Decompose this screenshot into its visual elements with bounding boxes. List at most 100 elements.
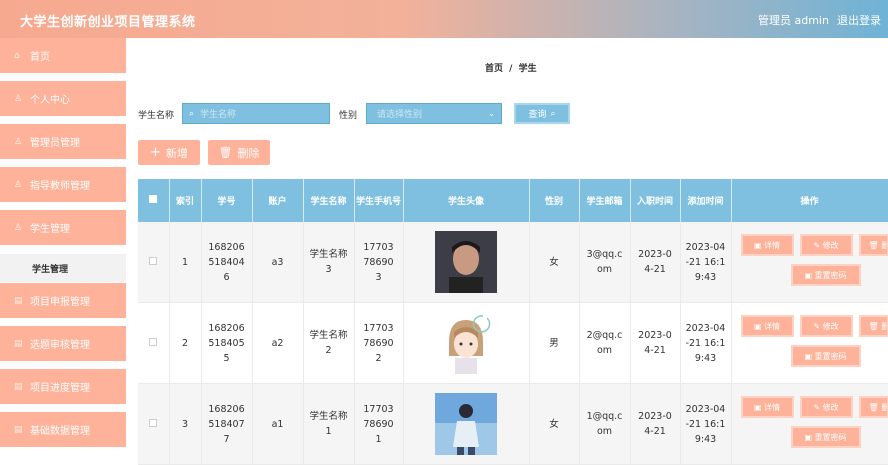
- cell-name: 学生名称3: [303, 222, 354, 303]
- reset-password-button[interactable]: ▣ 重置密码: [791, 426, 861, 448]
- edit-button[interactable]: ✎ 修改: [800, 315, 853, 337]
- edit-icon: ✎: [813, 400, 822, 415]
- reset-password-button[interactable]: ▣ 重置密码: [791, 264, 861, 286]
- cell-gender: 女: [529, 384, 579, 465]
- sidebar-item-base-data[interactable]: ▤基础数据管理: [0, 412, 126, 450]
- sidebar-item-progress[interactable]: ▤项目进度管理: [0, 369, 126, 407]
- sidebar-item-admins[interactable]: ♙管理员管理: [0, 124, 126, 162]
- table-row: 3 1682065184077 a1 学生名称1 17703786901 女 1…: [138, 384, 888, 465]
- sidebar-item-topic-review[interactable]: ▤选题审核管理: [0, 326, 126, 364]
- breadcrumb-home[interactable]: 首页: [485, 64, 503, 74]
- col-header: 学生手机号: [354, 179, 403, 222]
- reset-password-button[interactable]: ▣ 重置密码: [791, 345, 861, 367]
- sidebar-item-profile[interactable]: ♙个人中心: [0, 81, 126, 119]
- key-icon: ▣: [804, 349, 814, 364]
- edit-icon: ✎: [813, 319, 822, 334]
- col-header: 学生邮箱: [579, 179, 630, 222]
- cell-added-time: 2023-04-21 16:19:43: [680, 384, 731, 465]
- cell-account: a1: [252, 384, 303, 465]
- detail-button[interactable]: ▣ 详情: [741, 315, 794, 337]
- search-icon: ⌕: [189, 109, 194, 119]
- cell-student-id: 1682065184046: [201, 222, 252, 303]
- student-table: 索引 学号 账户 学生名称 学生手机号 学生头像 性别 学生邮箱 入职时间 添加…: [138, 179, 888, 465]
- sidebar-item-home[interactable]: ⌂首页: [0, 38, 126, 76]
- doc-icon: ▤: [14, 425, 24, 435]
- delete-button[interactable]: 🗑 删除: [208, 140, 270, 165]
- table-row: 2 1682065184055 a2 学生名称2 17703786902 男 2…: [138, 303, 888, 384]
- name-search-input[interactable]: ⌕ 学生名称: [182, 103, 330, 124]
- gender-filter-label: 性别: [339, 108, 357, 121]
- user-icon: ♙: [14, 223, 24, 233]
- row-checkbox[interactable]: [149, 338, 157, 346]
- col-header: 索引: [169, 179, 201, 222]
- cell-gender: 女: [529, 222, 579, 303]
- col-header: 添加时间: [680, 179, 731, 222]
- doc-icon: ▤: [14, 382, 24, 392]
- plus-icon: +: [150, 145, 161, 160]
- row-actions: ▣ 详情 ✎ 修改 🗑 删除 ▣ 重置密码: [732, 222, 888, 302]
- key-icon: ▣: [804, 268, 814, 283]
- top-header: 大学生创新创业项目管理系统 管理员 admin 退出登录: [0, 0, 888, 38]
- detail-button[interactable]: ▣ 详情: [741, 396, 794, 418]
- cell-gender: 男: [529, 303, 579, 384]
- edit-button[interactable]: ✎ 修改: [800, 234, 853, 256]
- cell-join-date: 2023-04-21: [630, 303, 680, 384]
- cell-account: a2: [252, 303, 303, 384]
- trash-icon: 🗑: [869, 400, 882, 415]
- sidebar-item-teachers[interactable]: ♙指导教师管理: [0, 167, 126, 205]
- cell-index: 2: [169, 303, 201, 384]
- edit-button[interactable]: ✎ 修改: [800, 396, 853, 418]
- gender-select[interactable]: 请选择性别 ⌄: [366, 103, 502, 124]
- select-all-checkbox[interactable]: [149, 195, 157, 203]
- trash-icon: 🗑: [869, 319, 882, 334]
- table-header-row: 索引 学号 账户 学生名称 学生手机号 学生头像 性别 学生邮箱 入职时间 添加…: [138, 179, 888, 222]
- add-button[interactable]: + 新增: [138, 140, 200, 165]
- user-icon: ♙: [14, 180, 24, 190]
- col-header: 入职时间: [630, 179, 680, 222]
- detail-icon: ▣: [754, 400, 764, 415]
- row-delete-button[interactable]: 🗑 删除: [859, 234, 888, 256]
- row-checkbox[interactable]: [149, 419, 157, 427]
- cell-name: 学生名称2: [303, 303, 354, 384]
- cell-avatar: [403, 384, 529, 465]
- cell-added-time: 2023-04-21 16:19:43: [680, 222, 731, 303]
- sidebar-item-project-apply[interactable]: ▤项目申报管理: [0, 283, 126, 321]
- cell-avatar: [403, 303, 529, 384]
- cell-avatar: [403, 222, 529, 303]
- row-actions: ▣ 详情 ✎ 修改 🗑 删除 ▣ 重置密码: [732, 384, 888, 464]
- cell-phone: 17703786903: [354, 222, 403, 303]
- breadcrumb-sep: /: [509, 64, 512, 74]
- current-user: 管理员 admin: [758, 12, 829, 28]
- cell-name: 学生名称1: [303, 384, 354, 465]
- row-delete-button[interactable]: 🗑 删除: [859, 315, 888, 337]
- home-icon: ⌂: [14, 51, 24, 61]
- chevron-down-icon: ⌄: [488, 109, 495, 118]
- sidebar-subitem-students[interactable]: 学生管理: [0, 254, 126, 282]
- cell-email: 1@qq.com: [579, 384, 630, 465]
- logout-link[interactable]: 退出登录: [837, 12, 881, 28]
- col-header: 操作: [731, 179, 888, 222]
- breadcrumb: 首页 / 学生: [485, 61, 540, 74]
- trash-icon: 🗑: [869, 238, 882, 253]
- col-header: 账户: [252, 179, 303, 222]
- key-icon: ▣: [804, 430, 814, 445]
- user-icon: ♙: [14, 137, 24, 147]
- cell-account: a3: [252, 222, 303, 303]
- row-actions: ▣ 详情 ✎ 修改 🗑 删除 ▣ 重置密码: [732, 303, 888, 383]
- row-checkbox[interactable]: [149, 257, 157, 265]
- query-button[interactable]: 查询 ⌕: [514, 103, 570, 124]
- name-filter-label: 学生名称: [138, 108, 174, 121]
- select-all-cell[interactable]: [138, 179, 169, 222]
- student-avatar: [435, 312, 497, 374]
- detail-button[interactable]: ▣ 详情: [741, 234, 794, 256]
- student-avatar: [435, 231, 497, 293]
- trash-icon: 🗑: [219, 146, 233, 159]
- cell-email: 3@qq.com: [579, 222, 630, 303]
- detail-icon: ▣: [754, 238, 764, 253]
- student-avatar: [435, 393, 497, 455]
- row-delete-button[interactable]: 🗑 删除: [859, 396, 888, 418]
- col-header: 学生头像: [403, 179, 529, 222]
- cell-index: 3: [169, 384, 201, 465]
- doc-icon: ▤: [14, 296, 24, 306]
- sidebar-item-students[interactable]: ♙学生管理: [0, 210, 126, 248]
